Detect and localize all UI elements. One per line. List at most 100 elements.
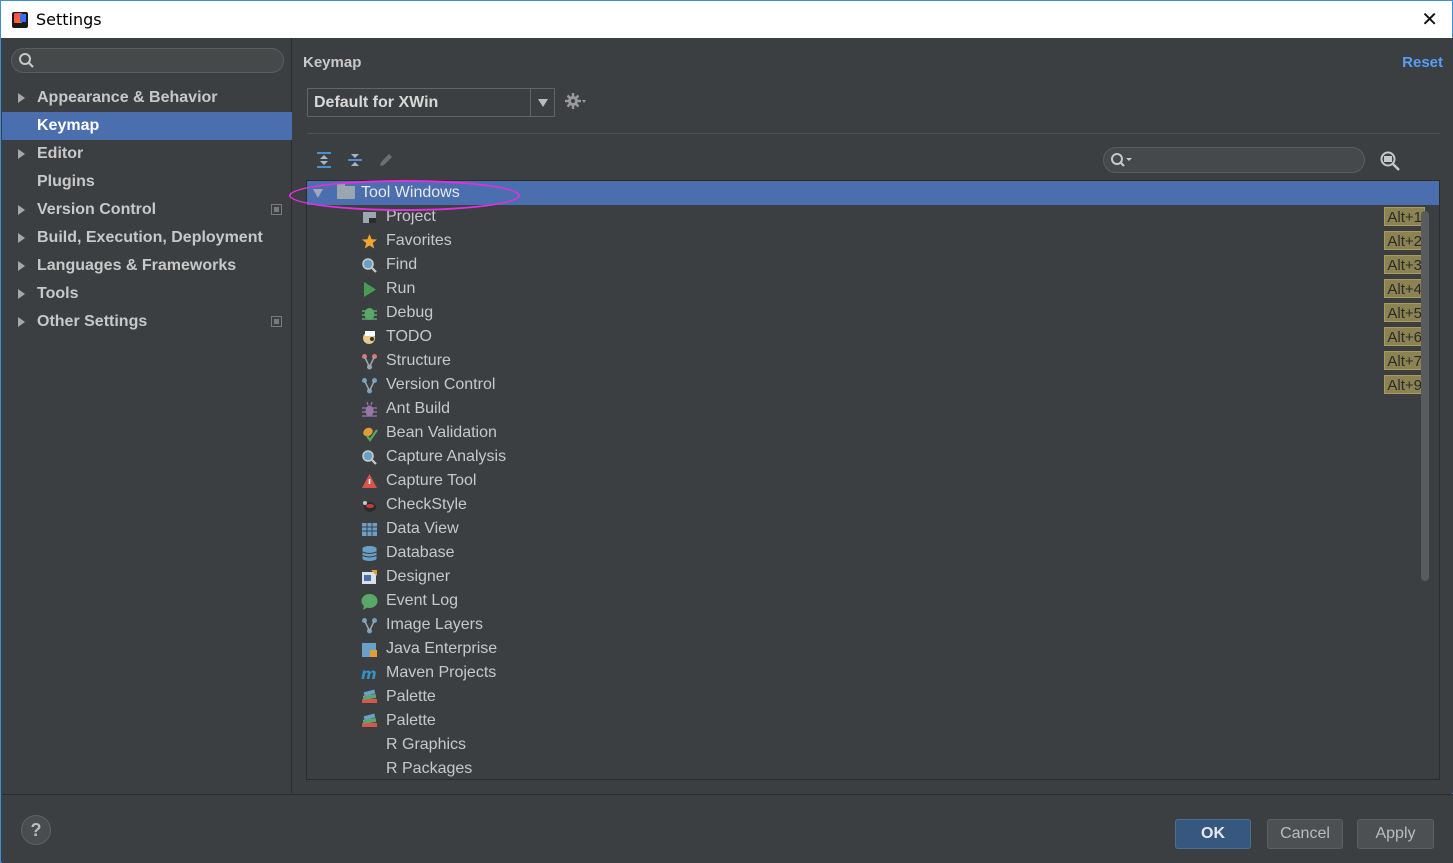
tree-row-run[interactable]: Run Alt+4 (307, 277, 1439, 301)
tree-row-find[interactable]: Find Alt+3 (307, 253, 1439, 277)
settings-sidebar: Appearance & Behavior Keymap Editor Plugins… (2, 38, 292, 793)
debug-bug-icon (362, 308, 377, 320)
tree-row-label: TODO (386, 328, 432, 345)
tree-row-label: Favorites (386, 232, 452, 249)
tree-row-todo[interactable]: TODO Alt+6 (307, 325, 1439, 349)
expand-arrow-icon[interactable] (18, 261, 25, 271)
expand-arrow-icon[interactable] (313, 189, 323, 198)
tree-row-label: Image Layers (386, 616, 483, 633)
sidebar-item-appearance-behavior[interactable]: Appearance & Behavior (2, 84, 292, 112)
tree-row-palette[interactable]: Palette (307, 709, 1439, 733)
tree-row-label: Java Enterprise (386, 640, 498, 657)
tree-row-data-view[interactable]: Data View (307, 517, 1439, 541)
tree-row-label: Maven Projects (386, 664, 497, 681)
sidebar-item-build-execution-deployment[interactable]: Build, Execution, Deployment (2, 224, 292, 252)
tree-row-label: R Graphics (386, 736, 467, 753)
tree-row-database[interactable]: Database (307, 541, 1439, 565)
tree-row-capture-analysis[interactable]: Capture Analysis (307, 445, 1439, 469)
tree-row-java-enterprise[interactable]: Java Enterprise (307, 637, 1439, 661)
tree-row-event-log[interactable]: Event Log (307, 589, 1439, 613)
java-enterprise-icon (362, 643, 377, 657)
reset-link[interactable]: Reset (1402, 54, 1443, 71)
tree-row-label: Palette (386, 712, 436, 729)
tree-row-label: Bean Validation (386, 424, 497, 441)
tree-row-r-graphics[interactable]: R Graphics (307, 733, 1439, 757)
tree-row-palette[interactable]: Palette (307, 685, 1439, 709)
sidebar-item-editor[interactable]: Editor (2, 140, 292, 168)
sidebar-item-label: Build, Execution, Deployment (37, 229, 263, 246)
intellij-app-icon (12, 11, 28, 28)
tree-row-project[interactable]: Project Alt+1 (307, 205, 1439, 229)
tree-row-r-packages[interactable]: R Packages (307, 757, 1439, 779)
edit-pencil-icon[interactable] (377, 151, 395, 169)
keymap-dropdown[interactable]: Default for XWin (307, 88, 555, 117)
title-bar: Settings ✕ (1, 1, 1452, 38)
dialog-footer: ? OK Cancel Apply (2, 794, 1453, 863)
tree-row-ant-build[interactable]: Ant Build (307, 397, 1439, 421)
search-with-options-icon (1111, 153, 1132, 167)
tree-row-debug[interactable]: Debug Alt+5 (307, 301, 1439, 325)
tree-row-label: Run (386, 280, 416, 297)
expand-all-icon[interactable] (315, 151, 333, 169)
tree-row-label: Event Log (386, 592, 459, 609)
cancel-button[interactable]: Cancel (1267, 819, 1343, 849)
keymap-actions-tree[interactable]: Tool Windows Project Alt+1 Favorites Alt+2 F… (306, 180, 1440, 780)
todo-icon (363, 331, 375, 344)
expand-arrow-icon[interactable] (18, 205, 25, 215)
star-icon (362, 234, 377, 249)
capture-analysis-icon (362, 450, 377, 465)
expand-arrow-icon[interactable] (18, 149, 25, 159)
close-icon[interactable]: ✕ (1421, 9, 1438, 29)
expand-arrow-icon[interactable] (18, 317, 25, 327)
help-button[interactable]: ? (21, 815, 51, 845)
tree-row-label: Capture Analysis (386, 448, 507, 465)
chevron-down-icon[interactable] (530, 89, 554, 116)
shortcut-badge: Alt+2 (1384, 231, 1425, 250)
sidebar-item-tools[interactable]: Tools (2, 280, 292, 308)
separator (307, 133, 1440, 134)
tree-folder-tool-windows[interactable]: Tool Windows (307, 181, 1439, 205)
expand-arrow-icon[interactable] (18, 289, 25, 299)
sidebar-item-label: Tools (37, 285, 79, 302)
shortcut-badge: Alt+5 (1384, 303, 1425, 322)
palette-icon (362, 713, 377, 727)
tree-folder-label: Tool Windows (361, 184, 460, 201)
sidebar-item-keymap[interactable]: Keymap (2, 112, 292, 140)
project-icon (363, 212, 376, 223)
tree-row-version-control[interactable]: Version Control Alt+9 (307, 373, 1439, 397)
sidebar-item-version-control[interactable]: Version Control (2, 196, 292, 224)
gear-icon[interactable] (565, 92, 587, 110)
tree-row-bean-validation[interactable]: Bean Validation (307, 421, 1439, 445)
tree-row-designer[interactable]: Designer (307, 565, 1439, 589)
find-by-shortcut-icon[interactable] (1379, 150, 1401, 172)
structure-icon (362, 354, 377, 370)
sidebar-item-other-settings[interactable]: Other Settings (2, 308, 292, 336)
sidebar-item-label: Plugins (37, 173, 95, 190)
tree-row-image-layers[interactable]: Image Layers (307, 613, 1439, 637)
tree-row-label: Ant Build (386, 400, 451, 417)
page-title: Keymap (303, 54, 362, 71)
maven-icon: m (361, 665, 377, 682)
keymap-filter-input[interactable] (1103, 147, 1365, 173)
project-scope-icon (271, 204, 282, 215)
image-layers-icon (362, 618, 377, 634)
sidebar-item-languages-frameworks[interactable]: Languages & Frameworks (2, 252, 292, 280)
tree-row-structure[interactable]: Structure Alt+7 (307, 349, 1439, 373)
tree-row-maven-projects[interactable]: m Maven Projects (307, 661, 1439, 685)
palette-icon (362, 689, 377, 703)
shortcut-badge: Alt+6 (1384, 327, 1425, 346)
tree-scrollbar[interactable] (1421, 211, 1429, 581)
tree-row-checkstyle[interactable]: CheckStyle (307, 493, 1439, 517)
expand-arrow-icon[interactable] (18, 93, 25, 103)
collapse-all-icon[interactable] (346, 151, 364, 169)
apply-button[interactable]: Apply (1357, 819, 1434, 849)
search-icon (19, 53, 34, 68)
ok-button[interactable]: OK (1175, 819, 1251, 849)
settings-search-input[interactable] (11, 48, 284, 73)
sidebar-item-plugins[interactable]: Plugins (2, 168, 292, 196)
tree-row-capture-tool[interactable]: Capture Tool (307, 469, 1439, 493)
tree-row-favorites[interactable]: Favorites Alt+2 (307, 229, 1439, 253)
expand-arrow-icon[interactable] (18, 233, 25, 243)
shortcut-badge: Alt+1 (1384, 207, 1425, 226)
project-scope-icon (271, 316, 282, 327)
